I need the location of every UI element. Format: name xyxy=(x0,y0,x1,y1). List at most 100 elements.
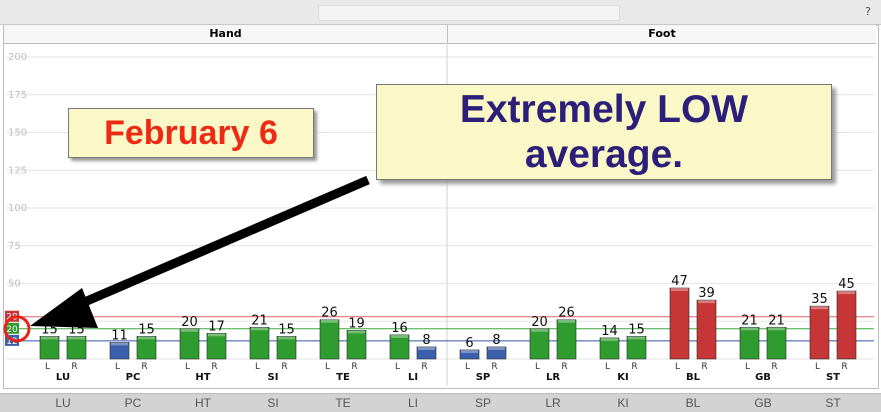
y-tick-label: 75 xyxy=(8,241,21,252)
date-callout-text: February 6 xyxy=(104,114,278,152)
y-tick-label: 125 xyxy=(8,165,27,176)
y-tick-label: 150 xyxy=(8,128,27,139)
category-label: LI xyxy=(408,372,418,383)
bar xyxy=(556,319,577,360)
y-tick-label: 200 xyxy=(8,52,27,63)
side-label: L xyxy=(535,362,540,372)
bar-value-label: 26 xyxy=(558,306,575,321)
side-label: L xyxy=(255,362,260,372)
side-label: L xyxy=(395,362,400,372)
bottom-label: LI xyxy=(407,396,418,410)
side-label: L xyxy=(605,362,610,372)
bar-value-label: 47 xyxy=(671,274,688,289)
bar-value-label: 21 xyxy=(768,313,785,328)
category-label: TE xyxy=(336,372,350,383)
side-label: L xyxy=(325,362,330,372)
bottom-label: SP xyxy=(474,396,491,410)
bar xyxy=(529,328,550,360)
side-label: R xyxy=(141,362,147,372)
side-label: R xyxy=(421,362,427,372)
side-label: L xyxy=(45,362,50,372)
bar xyxy=(136,336,157,360)
category-label: SI xyxy=(268,372,279,383)
bar xyxy=(179,328,200,360)
side-label: R xyxy=(491,362,497,372)
y-tick-label: 50 xyxy=(8,279,21,290)
bottom-label: ST xyxy=(825,396,841,410)
meridian-bar-chart: 507510012515017520015L15RLU11L15RPC20L17… xyxy=(3,43,874,386)
category-label: KI xyxy=(617,372,628,383)
bar-value-label: 20 xyxy=(531,315,548,330)
y-tick-label: 175 xyxy=(8,90,27,101)
side-label: L xyxy=(465,362,470,372)
bar xyxy=(739,326,760,360)
bar-value-label: 35 xyxy=(811,292,828,307)
category-label: HT xyxy=(195,372,210,383)
bar xyxy=(276,336,297,360)
bar xyxy=(669,287,690,360)
bar-value-label: 11 xyxy=(111,328,128,343)
bar xyxy=(249,326,270,360)
bar-value-label: 45 xyxy=(838,277,855,292)
date-callout: February 6 xyxy=(68,108,314,158)
reference-badge-average-text: 20 xyxy=(6,325,18,335)
side-label: L xyxy=(675,362,680,372)
bar xyxy=(809,305,830,360)
category-label: LR xyxy=(546,372,560,383)
bar-value-label: 8 xyxy=(492,333,500,348)
bottom-meridian-bar: LU PC HT SI TE LI SP LR KI BL GB ST xyxy=(0,393,881,412)
bottom-label: LR xyxy=(545,396,561,410)
side-label: R xyxy=(71,362,77,372)
message-callout: Extremely LOW average. xyxy=(376,84,832,180)
bar-value-label: 39 xyxy=(698,286,715,301)
y-tick-label: 100 xyxy=(8,203,27,214)
bottom-label: LU xyxy=(55,396,71,410)
bar-value-label: 8 xyxy=(422,333,430,348)
bar-value-label: 15 xyxy=(278,322,295,337)
side-label: R xyxy=(631,362,637,372)
bottom-label: TE xyxy=(335,396,351,410)
side-label: L xyxy=(745,362,750,372)
side-label: L xyxy=(815,362,820,372)
category-label: GB xyxy=(755,372,771,383)
side-label: R xyxy=(351,362,357,372)
bar-value-label: 21 xyxy=(251,313,268,328)
bar xyxy=(599,337,620,360)
bar xyxy=(766,326,787,360)
bottom-label: PC xyxy=(124,396,142,410)
side-label: L xyxy=(115,362,120,372)
annotation-arrow-head xyxy=(30,288,98,328)
bar-value-label: 6 xyxy=(465,336,473,351)
side-label: R xyxy=(211,362,217,372)
side-label: L xyxy=(185,362,190,372)
bar-value-label: 26 xyxy=(321,306,338,321)
bottom-label: GB xyxy=(754,396,772,410)
bar-value-label: 19 xyxy=(348,316,365,331)
annotation-arrow-shaft xyxy=(50,175,370,321)
bar xyxy=(319,319,340,360)
side-label: R xyxy=(771,362,777,372)
bar-value-label: 21 xyxy=(741,313,758,328)
bottom-label: HT xyxy=(195,396,211,410)
category-label: ST xyxy=(826,372,840,383)
bottom-label: BL xyxy=(685,396,701,410)
category-label: PC xyxy=(126,372,141,383)
category-label: SP xyxy=(476,372,491,383)
bottom-label: SI xyxy=(267,396,279,410)
bar xyxy=(66,336,87,360)
bar-value-label: 17 xyxy=(208,319,225,334)
bar xyxy=(626,336,647,360)
bar-value-label: 15 xyxy=(138,322,155,337)
bar xyxy=(696,299,717,360)
bar xyxy=(39,336,60,360)
category-label: LU xyxy=(56,372,70,383)
bar-value-label: 20 xyxy=(181,315,198,330)
bar xyxy=(836,290,857,360)
side-label: R xyxy=(841,362,847,372)
bar xyxy=(389,334,410,360)
bar xyxy=(346,330,367,360)
side-label: R xyxy=(281,362,287,372)
category-label: BL xyxy=(686,372,701,383)
bar xyxy=(206,333,227,360)
message-callout-text: Extremely LOW average. xyxy=(459,88,749,176)
